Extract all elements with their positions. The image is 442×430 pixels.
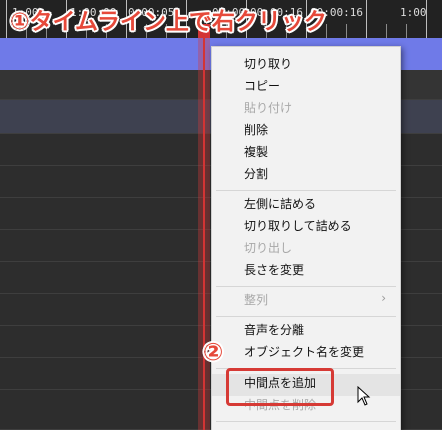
annotation-step1: ①タイムライン上で右クリック bbox=[10, 9, 327, 35]
ruler-tick bbox=[366, 0, 367, 38]
ruler-tick bbox=[406, 24, 407, 38]
annotation-highlight-box bbox=[226, 368, 334, 406]
menu-item-separate-audio[interactable]: 音声を分離 bbox=[212, 321, 400, 343]
menu-item-rename-object[interactable]: オブジェクト名を変更 bbox=[212, 343, 400, 365]
menu-item-copy[interactable]: コピー bbox=[212, 77, 400, 99]
ruler-tick bbox=[346, 24, 347, 38]
menu-item-duplicate[interactable]: 複製 bbox=[212, 143, 400, 165]
menu-item-paste: 貼り付け bbox=[244, 101, 293, 115]
ruler-label: 1:00 bbox=[400, 6, 427, 19]
menu-item-change-length[interactable]: 長さを変更 bbox=[212, 261, 400, 283]
ruler-tick bbox=[386, 24, 387, 38]
annotation-step2: ② bbox=[203, 338, 224, 366]
menu-item-cut[interactable]: 切り取り bbox=[212, 55, 400, 77]
menu-separator bbox=[216, 421, 396, 422]
mouse-cursor-icon bbox=[357, 386, 371, 406]
menu-item-split[interactable]: 分割 bbox=[212, 165, 400, 187]
menu-item-delete[interactable]: 削除 bbox=[212, 121, 400, 143]
playhead[interactable] bbox=[203, 38, 205, 430]
menu-item-cut-and-close[interactable]: 切り取りして詰める bbox=[212, 217, 400, 239]
menu-separator bbox=[216, 316, 396, 317]
menu-item-align: 整列 › bbox=[212, 291, 400, 313]
menu-item-extract: 切り出し bbox=[244, 241, 293, 255]
menu-item-align-label: 整列 bbox=[244, 293, 269, 307]
menu-item-close-gap-left[interactable]: 左側に詰める bbox=[212, 195, 400, 217]
ruler-tick bbox=[6, 0, 7, 38]
menu-separator bbox=[216, 190, 396, 191]
chevron-right-icon: › bbox=[381, 291, 386, 305]
timeline-editor: 1:00 1:00:00 0:00:05 00:00 00:00:16 00:0… bbox=[0, 0, 442, 430]
menu-separator bbox=[216, 286, 396, 287]
